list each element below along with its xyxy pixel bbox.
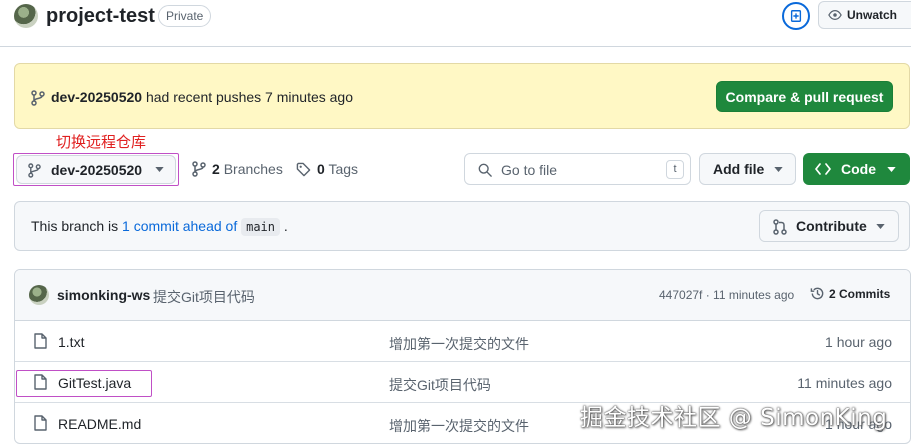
repo-owner-avatar[interactable] [14,4,38,28]
pushed-branch-name[interactable]: dev-20250520 [51,89,142,105]
tags-link[interactable]: 0 Tags [296,161,358,177]
branch-ahead-text: This branch is 1 commit ahead of main . [31,218,288,236]
code-button[interactable]: Code [803,153,910,185]
go-to-file-shortcut: t [666,160,684,179]
commit-hash-time[interactable]: 447027f · 11 minutes ago [659,288,794,302]
add-file-label: Add file [713,161,765,177]
go-to-file-placeholder: Go to file [501,162,558,178]
commits-history-link[interactable]: 2 Commits [810,286,890,301]
branch-select-button[interactable]: dev-20250520 [16,155,176,184]
current-branch-label: dev-20250520 [51,162,143,178]
git-pull-request-icon [773,219,787,235]
commits-ahead-link[interactable]: 1 commit ahead of [122,218,237,234]
file-name[interactable]: 1.txt [58,334,84,350]
commit-message[interactable]: 提交Git项目代码 [153,287,255,307]
commit-author[interactable]: simonking-ws [57,287,150,303]
branches-link[interactable]: 2 Branches [192,161,283,177]
history-icon [810,287,824,300]
branches-count: 2 [212,161,220,177]
unwatch-label: Unwatch [847,8,898,22]
repo-name[interactable]: project-test [46,5,155,28]
search-icon [478,163,492,177]
compare-pull-request-button[interactable]: Compare & pull request [716,81,893,112]
commits-count-label: 2 Commits [829,286,891,301]
code-label: Code [841,161,876,177]
git-branch-icon [28,163,41,178]
chevron-down-icon [155,167,164,172]
base-branch-code[interactable]: main [241,218,281,236]
header-divider [0,46,911,47]
file-highlight-box [16,370,152,397]
table-row[interactable]: 1.txt 增加第一次提交的文件 1 hour ago [15,321,910,362]
file-commit-time: 11 minutes ago [797,375,892,391]
chevron-down-icon [774,167,783,172]
avatar[interactable] [29,285,49,305]
code-icon [815,163,831,175]
file-commit-time: 1 hour ago [825,334,892,350]
chevron-down-icon [876,224,885,229]
git-branch-icon [192,161,206,177]
annotation-switch-remote: 切换远程仓库 [56,134,147,151]
watermark: 掘金技术社区 @ SimonKing [580,405,888,431]
tags-count: 0 [317,161,325,177]
contribute-label: Contribute [796,218,867,234]
add-file-button[interactable]: Add file [699,153,796,185]
contribute-button[interactable]: Contribute [759,210,899,242]
go-to-file-input[interactable]: Go to file t [464,153,691,185]
visibility-badge: Private [158,5,212,27]
tag-icon [296,162,311,176]
unwatch-button[interactable]: Unwatch [818,1,911,29]
file-icon [34,333,47,349]
pin-button[interactable] [782,2,810,30]
git-branch-icon [31,90,45,106]
tags-label: Tags [328,161,359,177]
repo-pin-icon [790,10,802,22]
file-commit-message[interactable]: 增加第一次提交的文件 [389,416,529,436]
file-name[interactable]: README.md [58,416,141,432]
latest-commit-header: simonking-ws 提交Git项目代码 447027f · 11 minu… [15,270,910,321]
chevron-down-icon [887,167,896,172]
file-commit-message[interactable]: 增加第一次提交的文件 [389,334,529,354]
recent-push-text: dev-20250520 had recent pushes 7 minutes… [51,89,353,105]
file-commit-message[interactable]: 提交Git项目代码 [389,375,491,395]
eye-icon [828,10,842,20]
branches-label: Branches [223,161,283,177]
file-icon [34,415,47,431]
